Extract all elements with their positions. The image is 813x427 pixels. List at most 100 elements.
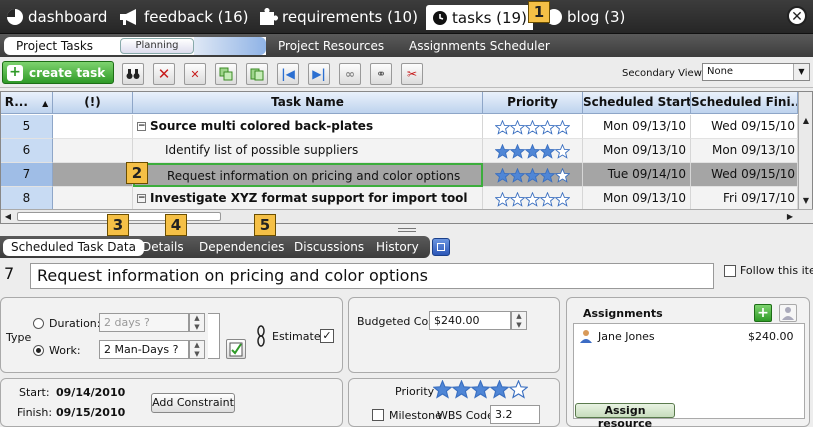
scroll-up-icon[interactable]: ▲ [799,114,813,128]
list-item[interactable]: Jane Jones $240.00 [574,328,804,346]
tab-dependencies[interactable]: Dependencies [199,239,284,256]
binoculars-icon[interactable] [122,63,144,85]
tools-icon[interactable]: ✂ [401,63,423,85]
duration-radio[interactable] [33,318,44,329]
star-icon [433,380,452,399]
subnav-project-tasks[interactable]: Project Tasks Planning [4,37,266,55]
table-row[interactable]: 8 − Investigate XYZ format support for imp… [1,187,798,211]
wbs-code-label: WBS Code [437,409,494,422]
vertical-scrollbar[interactable]: ▲ ▼ [798,92,812,209]
duration-input[interactable]: 2 days ? [99,313,189,332]
collapse-icon[interactable]: − [137,122,146,131]
splitter-handle[interactable] [398,228,416,232]
milestone-checkbox[interactable] [372,409,384,421]
assignee-name: Jane Jones [598,330,655,343]
column-header-scheduled-start[interactable]: Scheduled Start [583,92,691,114]
column-header-task-name[interactable]: Task Name [133,92,483,114]
task-name-cell[interactable]: − Source multi colored back-plates [133,115,483,139]
priority-cell[interactable] [483,163,583,187]
subnav-project-resources[interactable]: Project Resources [278,37,384,55]
delete-icon[interactable]: ✕ [153,63,175,85]
star-icon [555,143,570,159]
tab-discussions[interactable]: Discussions [294,239,364,256]
estimated-checkbox[interactable]: ✓ [320,329,334,343]
callout-3: 3 [107,214,129,236]
tab-history[interactable]: History [376,239,419,256]
row-number: 5 [1,115,53,139]
duration-stepper[interactable]: ▲ ▼ [189,313,205,332]
nav-requirements[interactable]: requirements (10) [258,5,418,29]
budgeted-cost-input[interactable]: $240.00 [429,311,511,330]
delete-all-icon[interactable]: ✕ [184,63,206,85]
collapse-icon[interactable]: − [137,194,146,203]
copy-icon[interactable] [215,63,237,85]
task-name-cell[interactable]: Request information on pricing and color… [133,163,483,187]
indent-icon[interactable]: ▶| [308,63,330,85]
scheduled-start-cell: Mon 09/13/10 [583,139,691,163]
planning-toggle[interactable]: Planning [120,38,194,54]
unlink-icon[interactable]: ⚭ [370,63,392,85]
star-icon [495,143,510,159]
user-settings-icon[interactable] [779,304,797,322]
table-row[interactable]: 7 Request information on pricing and colo… [1,163,798,187]
follow-item-checkbox[interactable]: Follow this item [724,264,813,277]
star-icon [525,191,540,207]
column-header-scheduled-finish[interactable]: Scheduled Fini... [691,92,798,114]
link-icon[interactable]: ∞ [339,63,361,85]
megaphone-icon [120,9,136,25]
column-header-flag[interactable]: (!) [53,92,133,114]
nav-feedback[interactable]: feedback (16) [118,5,248,29]
priority-cell[interactable] [483,115,583,139]
nav-blog[interactable]: blog (3) [545,5,625,29]
work-input[interactable]: 2 Man-Days ? [99,340,189,359]
nav-label: tasks (19) [452,8,527,27]
subnav-assignments-scheduler[interactable]: Assignments Scheduler [409,37,550,55]
secondary-view-select[interactable]: None ▼ [702,63,810,81]
add-constraint-button[interactable]: Add Constraint [151,393,235,413]
nav-tasks[interactable]: tasks (19) [426,5,533,30]
scroll-right-icon[interactable]: ▶ [783,210,797,224]
nav-dashboard[interactable]: dashboard [6,5,107,29]
nav-label: blog (3) [567,8,626,26]
star-icon [510,143,525,159]
tab-scheduled-task-data[interactable]: Scheduled Task Data [3,239,144,256]
top-navigation: dashboard feedback (16) requirements (10… [0,0,813,34]
table-row[interactable]: 5 − Source multi colored back-plates Mon 09… [1,115,798,139]
task-name-cell[interactable]: − Investigate XYZ format support for impo… [133,187,483,211]
task-title-input[interactable]: Request information on pricing and color… [30,263,714,289]
assign-resource-button[interactable]: Assign resource [575,403,675,427]
paste-icon[interactable] [246,63,268,85]
callout-2: 2 [126,162,148,184]
user-icon [580,330,592,343]
close-icon[interactable]: ✕ [787,6,807,26]
table-row[interactable]: 6 Identify list of possible suppliers Mon … [1,139,798,163]
work-stepper[interactable]: ▲ ▼ [189,340,205,359]
add-assignment-icon[interactable]: + [754,304,772,322]
star-icon [452,380,471,399]
scroll-down-icon[interactable]: ▼ [799,194,813,208]
detail-tabs: Scheduled Task Data Details Dependencies… [0,236,430,258]
priority-cell[interactable] [483,187,583,211]
task-name-cell[interactable]: Identify list of possible suppliers [133,139,483,163]
priority-cell[interactable] [483,139,583,163]
wbs-code-input[interactable]: 3.2 [490,405,540,424]
calculator-icon[interactable] [226,339,246,359]
create-task-button[interactable]: + create task [2,61,114,84]
budgeted-cost-stepper[interactable]: ▲ ▼ [511,311,527,330]
outdent-icon[interactable]: |◀ [277,63,299,85]
work-radio[interactable] [33,345,44,356]
star-icon [555,167,570,183]
priority-panel: Priority Milestone WBS Code 3.2 [348,378,560,427]
scroll-left-icon[interactable]: ◀ [1,210,15,224]
priority-label: Priority [395,385,435,398]
tab-details[interactable]: Details [142,239,184,256]
column-header-row[interactable]: R... ▲ [1,92,53,114]
start-value: 09/14/2010 [56,386,126,399]
priority-rating[interactable] [433,380,528,399]
duration-label: Duration: [49,317,101,330]
save-icon[interactable] [432,238,450,256]
column-header-priority[interactable]: Priority [483,92,583,114]
task-name: Request information on pricing and color… [167,169,461,183]
callout-5: 5 [254,214,276,236]
assignments-title: Assignments [583,307,663,320]
